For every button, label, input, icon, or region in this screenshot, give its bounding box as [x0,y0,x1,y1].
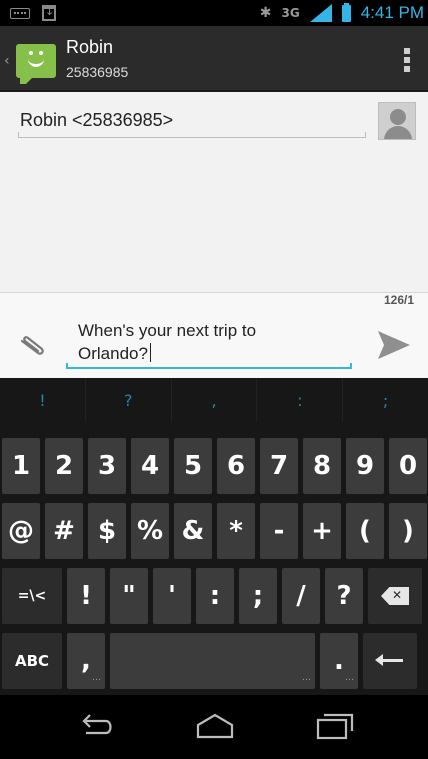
key-5[interactable]: 5 [174,438,212,494]
key-period-sub: … [345,673,354,683]
key-at[interactable]: @ [2,503,40,559]
key-asterisk[interactable]: * [217,503,255,559]
key-question[interactable]: ? [325,568,363,624]
key-row-symbols-2: =\< ! " ' : ; / ? [2,568,422,624]
key-1[interactable]: 1 [2,438,40,494]
key-more-symbols[interactable]: =\< [2,568,62,624]
key-close-paren[interactable]: ) [389,503,427,559]
up-caret-icon[interactable]: ‹ [4,53,13,69]
key-exclamation[interactable]: ! [67,568,105,624]
key-minus[interactable]: - [260,503,298,559]
overflow-menu-icon[interactable] [404,48,410,72]
key-slash[interactable]: / [282,568,320,624]
recent-apps-icon[interactable] [308,711,358,741]
key-0[interactable]: 0 [389,438,427,494]
status-bar: ✱ 3G 4:41 PM [0,0,428,26]
contact-number: 25836985 [66,64,129,80]
battery-icon [341,2,351,22]
recipient-field[interactable]: Robin <25836985> [18,104,366,138]
keyboard-icon [10,7,30,19]
message-input[interactable]: When's your next trip to Orlando? [66,317,352,369]
action-bar: ‹ Robin 25836985 [0,26,428,92]
key-plus[interactable]: + [303,503,341,559]
home-icon[interactable] [190,711,240,741]
send-icon[interactable] [376,329,412,361]
network-3g-icon: 3G [281,6,300,20]
suggestion-comma[interactable]: , [172,378,258,422]
compose-area: 126/1 When's your next trip to Orlando? [0,292,428,378]
keyboard: ! ? , : ; 1 2 3 4 5 6 7 8 9 0 @ # $ % & … [0,378,428,695]
key-dollar[interactable]: $ [88,503,126,559]
key-row-symbols-1: @ # $ % & * - + ( ) [2,503,427,559]
signal-icon [309,4,332,22]
status-left-icons [10,5,56,21]
key-hash[interactable]: # [45,503,83,559]
bluetooth-icon: ✱ [259,5,272,21]
key-comma[interactable]: , … [67,633,105,689]
clock: 4:41 PM [360,3,424,22]
key-7[interactable]: 7 [260,438,298,494]
char-counter: 126/1 [383,293,414,307]
download-icon [42,5,56,21]
navigation-bar [0,695,428,759]
suggestion-colon[interactable]: : [257,378,344,422]
enter-key[interactable] [363,633,417,689]
key-4[interactable]: 4 [131,438,169,494]
backspace-icon [381,587,409,605]
enter-icon [375,651,405,671]
back-icon[interactable] [72,711,122,741]
key-comma-sub: … [92,673,101,683]
message-text: When's your next trip to Orlando? [78,321,257,363]
key-semicolon[interactable]: ; [239,568,277,624]
suggestion-semicolon[interactable]: ; [343,378,428,422]
recipient-area: Robin <25836985> [0,92,428,292]
suggestion-strip: ! ? , : ; [0,378,428,422]
key-percent[interactable]: % [131,503,169,559]
key-abc[interactable]: ABC [2,633,62,689]
key-ampersand[interactable]: & [174,503,212,559]
key-space[interactable]: … [110,633,315,689]
key-row-bottom: ABC , … … . … [2,633,417,689]
messaging-app-icon[interactable] [16,44,56,84]
contact-avatar-icon[interactable] [378,102,416,140]
suggestion-exclamation[interactable]: ! [0,378,86,422]
key-double-quote[interactable]: " [110,568,148,624]
text-cursor [149,343,151,362]
key-2[interactable]: 2 [45,438,83,494]
key-single-quote[interactable]: ' [153,568,191,624]
key-space-sub: … [302,673,311,683]
recipient-text: Robin <25836985> [20,110,174,130]
key-open-paren[interactable]: ( [346,503,384,559]
key-period[interactable]: . … [320,633,358,689]
key-3[interactable]: 3 [88,438,126,494]
key-colon[interactable]: : [196,568,234,624]
backspace-key[interactable] [368,568,422,624]
key-row-numbers: 1 2 3 4 5 6 7 8 9 0 [2,438,427,494]
status-right-icons: ✱ 3G 4:41 PM [260,2,424,24]
key-9[interactable]: 9 [346,438,384,494]
suggestion-question[interactable]: ? [86,378,172,422]
contact-name: Robin [66,37,114,57]
paperclip-icon[interactable] [16,335,48,357]
key-8[interactable]: 8 [303,438,341,494]
key-6[interactable]: 6 [217,438,255,494]
